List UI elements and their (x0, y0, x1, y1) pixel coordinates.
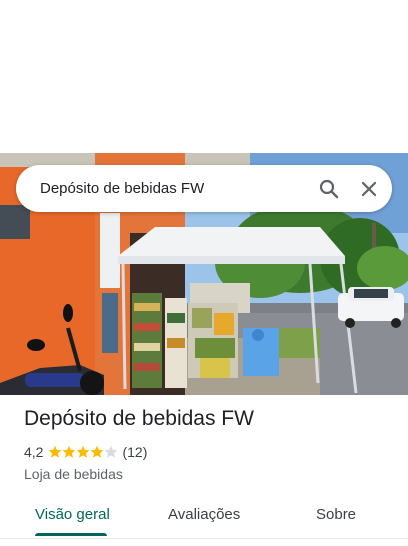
place-info: Depósito de bebidas FW 4,2 (12) Loja de … (24, 405, 392, 483)
place-category[interactable]: Loja de bebidas (24, 465, 392, 483)
star-filled-icon (49, 445, 62, 458)
rating-value: 4,2 (24, 444, 44, 460)
star-filled-icon (63, 445, 76, 458)
tab-selected-indicator (35, 533, 107, 536)
tab-reviews[interactable]: Avaliações (168, 498, 240, 532)
star-filled-icon (77, 445, 90, 458)
place-tabs: Visão geral Avaliações Sobre (0, 498, 408, 538)
rating-stars (48, 445, 118, 459)
search-icon[interactable] (317, 177, 341, 201)
star-filled-icon (91, 445, 104, 458)
search-query-text[interactable]: Depósito de bebidas FW (40, 165, 204, 212)
rating-row[interactable]: 4,2 (12) (24, 443, 392, 461)
tab-overview[interactable]: Visão geral (35, 498, 110, 532)
star-empty-icon (105, 445, 118, 458)
search-bar[interactable]: Depósito de bebidas FW (16, 165, 392, 212)
review-count[interactable]: (12) (122, 444, 147, 460)
close-icon[interactable] (357, 177, 381, 201)
place-title: Depósito de bebidas FW (24, 407, 254, 430)
tabs-divider (0, 538, 408, 539)
tab-about[interactable]: Sobre (316, 498, 356, 532)
